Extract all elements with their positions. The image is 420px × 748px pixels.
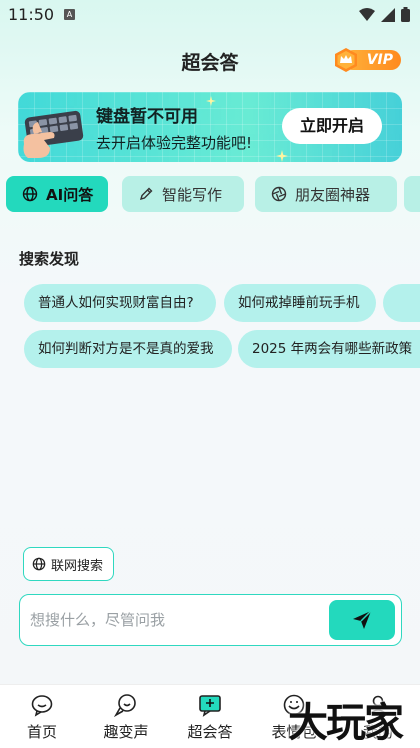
banner-title: 键盘暂不可用 [96,107,198,127]
tab-moments-tool[interactable]: 朋友圈神器 [255,176,397,212]
tab-label: 朋友圈神器 [295,185,371,204]
notification-icon: A [64,9,75,20]
suggestion-chip[interactable]: 如何戒掉睡前玩手机 [224,284,376,322]
nav-label: 首页 [26,723,57,741]
answer-icon [199,695,221,717]
voice-change-icon [114,694,136,717]
suggestion-chip[interactable]: 2025 年两会有哪些新政策 [238,330,420,368]
search-input[interactable] [30,607,330,633]
enable-keyboard-button[interactable]: 立即开启 [282,108,382,144]
sparkle-icon [276,150,288,162]
home-chat-icon [31,695,53,717]
battery-icon [401,7,410,22]
globe-icon [32,557,46,571]
tab-smart-writing[interactable]: 智能写作 [122,176,244,212]
aperture-icon [271,186,287,202]
status-time: 11:50 [8,5,55,24]
web-search-label: 联网搜索 [51,558,104,574]
search-box [19,594,402,646]
suggestion-chip[interactable]: 如何判断对方是不是真的爱我 [24,330,232,368]
nav-answer[interactable]: 超会答 [168,685,252,748]
pencil-icon [139,187,153,201]
nav-home[interactable]: 首页 [0,685,84,748]
status-bar: 11:50 A [0,0,420,30]
suggestion-chip[interactable]: 普通人如何实现财富自由? [24,284,216,322]
nav-label: 趣变声 [103,723,149,741]
watermark: 大玩家 [288,699,404,746]
send-icon [353,610,372,629]
vip-badge[interactable]: VIP [333,47,401,73]
tab-label: 智能写作 [162,185,223,204]
crown-icon [335,48,357,72]
nav-voice-change[interactable]: 趣变声 [84,685,168,748]
tab-more[interactable] [404,176,420,212]
web-search-toggle[interactable]: 联网搜索 [23,547,114,581]
status-icons [359,7,410,22]
suggestion-chip-partial[interactable] [383,284,420,322]
send-button[interactable] [329,600,395,640]
banner-subtitle: 去开启体验完整功能吧! [96,134,253,152]
discover-chips: 普通人如何实现财富自由? 如何戒掉睡前玩手机 如何判断对方是不是真的爱我 202… [0,284,420,374]
discover-title: 搜索发现 [19,250,80,268]
keyboard-banner[interactable]: 键盘暂不可用 去开启体验完整功能吧! 立即开启 [18,92,402,162]
globe-icon [22,186,38,202]
tab-label: AI问答 [46,185,94,204]
keyboard-hand-icon [23,110,84,158]
nav-label: 超会答 [187,723,233,741]
tab-ai-qa[interactable]: AI问答 [6,176,108,212]
feature-tabs: AI问答 智能写作 朋友圈神器 [6,176,420,212]
sparkle-icon [206,96,216,106]
wifi-icon [359,7,375,21]
signal-icon [381,7,395,22]
